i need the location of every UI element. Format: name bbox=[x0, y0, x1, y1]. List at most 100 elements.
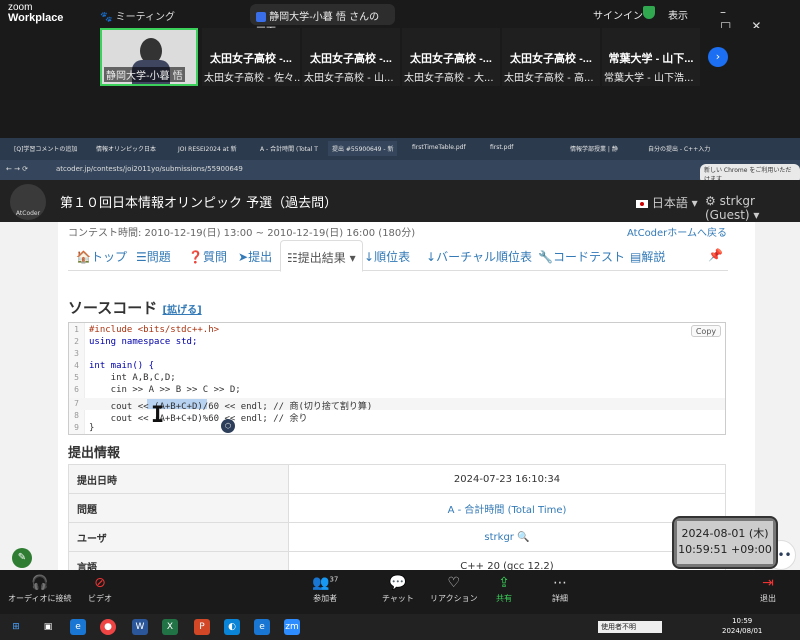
zoom-toolbar: 🎧 オーディオに接続 ⊘ ビデオ 👥37 参加者 💬 チャット ♡ リアクション ⇪ 共有 … bbox=[0, 570, 800, 614]
source-code-heading: ソースコード [拡げる] bbox=[68, 299, 202, 317]
details-button[interactable]: ⋯ 詳細 bbox=[552, 575, 568, 604]
line-number: 5 bbox=[74, 373, 79, 382]
code-line: } bbox=[89, 423, 95, 433]
file-explorer-icon[interactable]: ▣ bbox=[40, 619, 56, 635]
tab-top[interactable]: 🏠トップ bbox=[76, 248, 127, 265]
url-text[interactable]: atcoder.jp/contests/joi2011yo/submission… bbox=[56, 165, 243, 173]
pin-icon[interactable]: 📌 bbox=[708, 248, 723, 262]
video-tile[interactable]: 静岡大学-小暮 悟 bbox=[100, 28, 198, 86]
language-value: C++ 20 (gcc 12.2) bbox=[288, 551, 726, 570]
contest-tabs: 🏠トップ ☰問題 ❓質問 ➤提出 ☷提出結果 ▾ ↓順位表 ↓バーチャル順位表 … bbox=[68, 238, 728, 272]
row-label: ユーザ bbox=[68, 522, 289, 552]
contest-panel: コンテスト時間: 2010-12-19(日) 13:00 ~ 2010-12-1… bbox=[58, 222, 755, 570]
line-number: 6 bbox=[74, 385, 79, 394]
user-link[interactable]: strkgr 🔍 bbox=[288, 522, 726, 552]
extension-hex-icon[interactable]: ⬡ bbox=[221, 419, 235, 433]
chat-button[interactable]: 💬 チャット bbox=[382, 575, 414, 604]
nav-arrows-icon[interactable]: ← → ⟳ bbox=[6, 165, 28, 173]
browser-tab-active[interactable]: 提出 #55900649 - 新 bbox=[328, 141, 398, 156]
signin-button[interactable]: サインイン bbox=[593, 7, 643, 22]
audio-button[interactable]: 🎧 オーディオに接続 bbox=[8, 575, 71, 604]
row-label: 問題 bbox=[68, 493, 289, 523]
zoom-icon[interactable]: zm bbox=[284, 619, 300, 635]
tile-title: 太田女子高校 -... bbox=[410, 53, 492, 65]
user-indicator[interactable]: 使用者不明 bbox=[598, 621, 662, 633]
view-button[interactable]: 表示 bbox=[668, 7, 688, 22]
video-tile[interactable]: 太田女子高校 -... 太田女子高校 - 山... bbox=[302, 28, 400, 86]
video-tile[interactable]: 太田女子高校 -... 太田女子高校 - 佐々... bbox=[202, 28, 300, 86]
table-row: 問題 A - 合計時間 (Total Time) bbox=[68, 493, 726, 523]
line-number: 1 bbox=[74, 325, 79, 334]
line-number: 2 bbox=[74, 337, 79, 346]
video-strip: 静岡大学-小暮 悟 太田女子高校 -... 太田女子高校 - 佐々... 太田女子… bbox=[0, 28, 800, 138]
atcoder-logo[interactable]: AtCoder bbox=[10, 184, 46, 220]
chat-icon: 💬 bbox=[389, 575, 407, 591]
search-icon[interactable]: 🔍 bbox=[517, 532, 529, 543]
atcoder-navbar: AtCoder 第１０回日本情報オリンピック 予選（過去問） 日本語 ▾ ⚙ s… bbox=[0, 180, 800, 222]
tab-standings[interactable]: ↓順位表 bbox=[364, 248, 410, 265]
browser-tab[interactable]: firstTimeTable.pdf bbox=[412, 144, 466, 151]
meeting-menu[interactable]: 🐾 ミーティング bbox=[100, 8, 175, 23]
video-tile[interactable]: 常葉大学 - 山下... 常葉大学 - 山下浩... bbox=[602, 28, 700, 86]
task-link[interactable]: A - 合計時間 (Total Time) bbox=[288, 493, 726, 523]
tab-submit[interactable]: ➤提出 bbox=[238, 248, 272, 265]
home-link[interactable]: AtCoderホームへ戻る bbox=[627, 224, 727, 239]
tab-results[interactable]: ☷提出結果 ▾ bbox=[280, 240, 363, 272]
edge-icon[interactable]: e bbox=[254, 619, 270, 635]
zoom-top-bar: zoomWorkplace 🐾 ミーティング 静岡大学-小暮 悟 さんの画面 ⋯… bbox=[0, 0, 800, 38]
app-icon[interactable]: ◐ bbox=[224, 619, 240, 635]
excel-icon[interactable]: X bbox=[162, 619, 178, 635]
expand-link[interactable]: [拡げる] bbox=[163, 305, 202, 316]
tab-tasks[interactable]: ☰問題 bbox=[136, 248, 171, 265]
tile-name: 太田女子高校 - 佐々... bbox=[204, 73, 300, 84]
language-menu[interactable]: 日本語 ▾ bbox=[636, 194, 698, 211]
browser-tab[interactable]: [Q]学習コメントの追加 bbox=[14, 144, 77, 153]
code-line: using namespace std; bbox=[89, 337, 198, 347]
tab-virtual-standings[interactable]: ↓バーチャル順位表 bbox=[426, 248, 532, 265]
address-bar[interactable]: ← → ⟳ atcoder.jp/contests/joi2011yo/subm… bbox=[0, 160, 800, 184]
participants-icon: 👥37 bbox=[312, 575, 339, 591]
tab-clarifications[interactable]: ❓質問 bbox=[188, 248, 227, 265]
browser-tab[interactable]: JOI RESEI2024 at 新 bbox=[178, 144, 237, 153]
row-label: 言語 bbox=[68, 551, 289, 570]
source-code-block[interactable]: 1 2 3 4 5 6 7 8 9 #include <bits/stdc++.… bbox=[68, 322, 726, 435]
copy-button[interactable]: Copy bbox=[691, 325, 721, 337]
text-cursor-icon: I bbox=[151, 403, 165, 428]
code-line: int main() { bbox=[89, 361, 155, 371]
browser-tab[interactable]: first.pdf bbox=[490, 144, 513, 151]
word-icon[interactable]: W bbox=[132, 619, 148, 635]
leave-button[interactable]: ⇥ 退出 bbox=[760, 575, 776, 604]
participants-button[interactable]: 👥37 参加者 bbox=[312, 575, 338, 604]
line-number: 7 bbox=[74, 399, 79, 408]
share-button[interactable]: ⇪ 共有 bbox=[496, 575, 512, 604]
code-line: cout << (A+B+C+D)%60 << endl; // 余り bbox=[89, 414, 308, 424]
video-button[interactable]: ⊘ ビデオ bbox=[88, 575, 112, 604]
chrome-icon[interactable]: ● bbox=[100, 619, 116, 635]
browser-tab[interactable]: 情報オリンピック日本 bbox=[96, 144, 156, 153]
annotate-pencil-icon[interactable]: ✎ bbox=[12, 548, 32, 568]
reaction-button[interactable]: ♡ リアクション bbox=[430, 575, 478, 604]
next-page-icon[interactable]: › bbox=[708, 47, 728, 67]
powerpoint-icon[interactable]: P bbox=[194, 619, 210, 635]
tab-editorial[interactable]: ▤解説 bbox=[630, 248, 665, 265]
video-tile[interactable]: 太田女子高校 -... 太田女子高校 - 大... bbox=[402, 28, 500, 86]
screen-share-indicator[interactable]: 静岡大学-小暮 悟 さんの画面 ⋯ bbox=[250, 4, 395, 38]
code-line: #include <bits/stdc++.h> bbox=[89, 325, 220, 335]
browser-tab[interactable]: A - 合計時間 (Total T bbox=[260, 144, 318, 153]
contest-title[interactable]: 第１０回日本情報オリンピック 予選（過去問） bbox=[60, 192, 337, 211]
code-line: int A,B,C,D; bbox=[89, 373, 176, 383]
tab-code-test[interactable]: 🔧コードテスト bbox=[538, 248, 625, 265]
table-row: 提出日時 2024-07-23 16:10:34 bbox=[68, 464, 726, 494]
video-tile[interactable]: 太田女子高校 -... 太田女子高校 - 高... bbox=[502, 28, 600, 86]
browser-tab[interactable]: 自分の提出 - C++入力 bbox=[648, 144, 710, 153]
start-icon[interactable]: ⊞ bbox=[8, 619, 24, 635]
share-icon: ⇪ bbox=[498, 575, 510, 591]
taskbar-clock[interactable]: 10:59 2024/08/01 bbox=[722, 616, 762, 636]
line-number: 3 bbox=[74, 349, 79, 358]
edge-icon[interactable]: e bbox=[70, 619, 86, 635]
tile-name: 太田女子高校 - 高... bbox=[504, 73, 594, 84]
browser-tab[interactable]: 情報学部授業 | 静 bbox=[570, 144, 618, 153]
user-menu[interactable]: ⚙ strkgr (Guest) ▾ bbox=[705, 194, 800, 222]
shared-screen: [Q]学習コメントの追加 情報オリンピック日本 JOI RESEI2024 at… bbox=[0, 138, 800, 570]
share-screen-icon bbox=[256, 12, 266, 22]
